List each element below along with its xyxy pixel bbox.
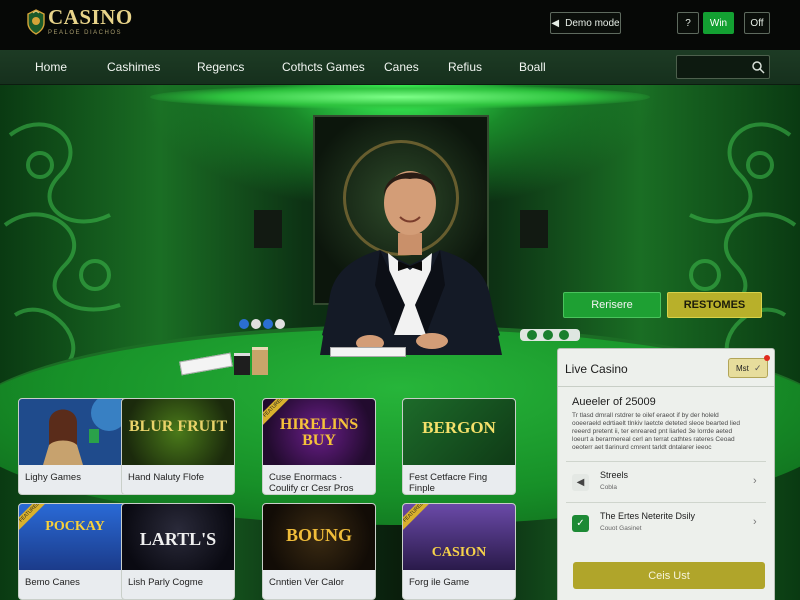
game-thumbnail: BERGON xyxy=(403,399,515,465)
featured-badge: FEATURED xyxy=(263,399,289,425)
game-thumb-title: BLUR FRUIT xyxy=(128,418,228,435)
nav-item-canes[interactable]: Canes xyxy=(384,60,419,74)
demo-mode-button[interactable]: ◀ Demo mode xyxy=(550,12,621,34)
ornament-left xyxy=(3,122,121,362)
search-icon[interactable] xyxy=(751,60,765,74)
nav-item-cashimes[interactable]: Cashimes xyxy=(107,60,160,74)
live-item-title: Streels xyxy=(600,470,629,480)
restomes-button[interactable]: RESTOMES xyxy=(667,292,762,318)
game-label: Hand Naluty Flofe xyxy=(128,472,205,483)
live-badge[interactable]: Mst ✓ xyxy=(728,355,770,378)
cta-button[interactable]: Ceis Ust xyxy=(573,562,765,589)
game-thumbnail xyxy=(19,399,131,465)
speaker-left xyxy=(254,210,282,248)
demo-mode-label: Demo mode xyxy=(565,17,620,29)
live-item-subtitle: Couot Gasinet xyxy=(600,525,642,532)
game-thumb-title: BOUNG xyxy=(285,525,352,545)
live-item-title: The Ertes Neterite Dsily xyxy=(600,511,696,521)
top-bar: CASINO PEALOE DIACHOS ◀ Demo mode ? Win … xyxy=(0,0,800,50)
chevron-right-icon: › xyxy=(753,475,757,487)
notification-dot xyxy=(764,355,770,361)
game-label: Cnntien Ver Calor xyxy=(269,577,344,588)
brand-name: CASINO xyxy=(48,5,133,29)
win-button[interactable]: Win xyxy=(703,12,734,34)
chevron-right-icon: › xyxy=(753,516,757,528)
chip-stack-icon xyxy=(234,347,268,375)
game-thumbnail: LARTL'S xyxy=(122,504,234,570)
live-item-daily[interactable]: ✓ The Ertes Neterite Dsily Couot Gasinet… xyxy=(566,502,766,542)
checkmark-icon: ✓ xyxy=(754,363,762,373)
game-card[interactable]: CASION FEATURED Forg ile Game xyxy=(402,503,516,600)
featured-badge: FEATURED xyxy=(19,504,45,530)
ceiling-light xyxy=(150,85,650,109)
game-card[interactable]: HIRELINS BUY FEATURED Cuse Enormacs · Co… xyxy=(262,398,376,495)
game-label: Cuse Enormacs · Coulify cr Cesr Pros xyxy=(269,472,354,494)
search-box xyxy=(676,55,770,79)
game-thumbnail: BOUNG xyxy=(263,504,375,570)
live-item-streels[interactable]: ◀ Streels Cobla › xyxy=(566,461,766,501)
live-panel-heading: Aueeler of 25009 xyxy=(572,396,656,408)
back-arrow-icon: ◀ xyxy=(572,474,589,491)
game-label: Lighy Games xyxy=(25,472,81,483)
live-panel-title: Live Casino xyxy=(565,362,628,376)
dealer-figure xyxy=(320,171,502,355)
speaker-right xyxy=(520,210,548,248)
divider xyxy=(558,386,774,387)
crest-icon xyxy=(26,8,46,35)
nav-item-regencs[interactable]: Regencs xyxy=(197,60,244,74)
game-thumb-title: CASION xyxy=(431,545,487,560)
game-card[interactable]: BLUR FRUIT Hand Naluty Flofe xyxy=(121,398,235,495)
game-label: Fest Cetfacre Fing Finple xyxy=(409,472,488,494)
chip-row-icon xyxy=(520,329,580,341)
nav-item-boall[interactable]: Boall xyxy=(519,60,546,74)
arrow-left-icon: ◀ xyxy=(551,17,560,29)
nav-item-cothcts-games[interactable]: Cothcts Games xyxy=(282,60,365,74)
playing-cards-center xyxy=(330,347,406,357)
game-label: Lish Parly Cogme xyxy=(128,577,203,588)
game-label: Bemo Canes xyxy=(25,577,80,588)
game-card[interactable]: BOUNG Cnntien Ver Calor xyxy=(262,503,376,600)
brand-tagline: PEALOE DIACHOS xyxy=(48,30,123,36)
chip-row-left-icon xyxy=(239,319,285,329)
game-thumb-title: LARTL'S xyxy=(139,529,217,549)
ornament-right xyxy=(679,122,797,362)
featured-badge: FEATURED xyxy=(403,504,429,530)
game-card[interactable]: Lighy Games xyxy=(18,398,132,495)
nav-item-home[interactable]: Home xyxy=(35,60,67,74)
game-card[interactable]: LARTL'S Lish Parly Cogme xyxy=(121,503,235,600)
casino-page: CASINO PEALOE DIACHOS ◀ Demo mode ? Win … xyxy=(0,0,800,600)
help-button[interactable]: ? xyxy=(677,12,699,34)
live-item-subtitle: Cobla xyxy=(600,484,617,491)
game-thumbnail: BLUR FRUIT xyxy=(122,399,234,465)
main-nav: Home Cashimes Regencs Cothcts Games Cane… xyxy=(0,50,800,85)
search-input[interactable] xyxy=(681,59,747,75)
game-card[interactable]: BERGON Fest Cetfacre Fing Finple xyxy=(402,398,516,495)
game-thumb-title: BERGON xyxy=(422,418,496,437)
live-panel-body: Tr tlasd dmrall rstdrer te oilef eraeot … xyxy=(572,412,741,451)
nav-item-refius[interactable]: Refius xyxy=(448,60,482,74)
off-button[interactable]: Off xyxy=(744,12,770,34)
game-label: Forg ile Game xyxy=(409,577,470,588)
reserve-button[interactable]: Rerisere xyxy=(563,292,661,318)
live-casino-panel: Live Casino Mst ✓ Aueeler of 25009 Tr tl… xyxy=(557,348,775,600)
check-icon: ✓ xyxy=(572,515,589,532)
game-card[interactable]: POCKAY FEATURED Bemo Canes xyxy=(18,503,132,600)
brand-logo[interactable]: CASINO PEALOE DIACHOS xyxy=(26,7,133,36)
